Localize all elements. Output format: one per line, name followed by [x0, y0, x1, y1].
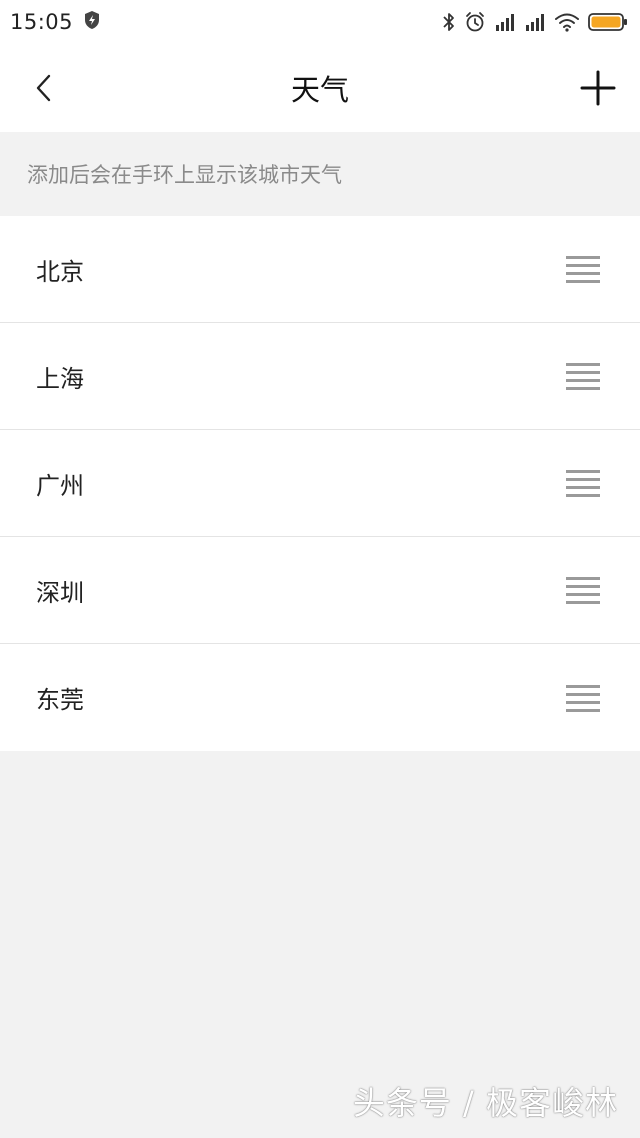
list-item[interactable]: 深圳: [0, 537, 640, 644]
drag-handle-icon[interactable]: [566, 684, 600, 712]
wifi-icon: [554, 12, 580, 32]
list-item[interactable]: 广州: [0, 430, 640, 537]
back-button[interactable]: [22, 66, 66, 110]
city-name: 深圳: [36, 578, 84, 607]
weather-settings-screen: 15:05 天气 添加后会在手环上显示该城市天气 北京 上海 广州 深圳 东莞 …: [0, 0, 640, 1138]
app-header: 天气: [0, 44, 640, 132]
status-left: 15:05: [10, 10, 101, 34]
hint-text: 添加后会在手环上显示该城市天气: [27, 163, 342, 187]
signal-icon: [494, 12, 516, 32]
city-list: 北京 上海 广州 深圳 东莞: [0, 216, 640, 751]
list-item[interactable]: 上海: [0, 323, 640, 430]
page-title: 天气: [290, 73, 349, 107]
city-name: 北京: [36, 257, 84, 286]
city-name: 东莞: [36, 686, 84, 714]
watermark: 头条号 / 极客峻林: [352, 1084, 618, 1122]
city-name: 上海: [36, 364, 84, 393]
signal-icon: [524, 12, 546, 32]
alarm-icon: [464, 11, 486, 33]
hint-bar: 添加后会在手环上显示该城市天气: [0, 132, 640, 216]
plus-icon: [580, 70, 616, 106]
add-city-button[interactable]: [576, 66, 620, 110]
status-right: [442, 11, 628, 33]
list-item[interactable]: 东莞: [0, 644, 640, 751]
chevron-left-icon: [36, 74, 51, 102]
shield-icon: [83, 10, 101, 34]
drag-handle-icon[interactable]: [566, 576, 600, 604]
status-bar: 15:05: [0, 0, 640, 44]
drag-handle-icon[interactable]: [566, 255, 600, 283]
list-item[interactable]: 北京: [0, 216, 640, 323]
bluetooth-icon: [442, 11, 456, 33]
battery-icon: [588, 12, 628, 32]
drag-handle-icon[interactable]: [566, 469, 600, 497]
status-time: 15:05: [10, 10, 74, 34]
drag-handle-icon[interactable]: [566, 362, 600, 390]
city-name: 广州: [36, 471, 84, 500]
